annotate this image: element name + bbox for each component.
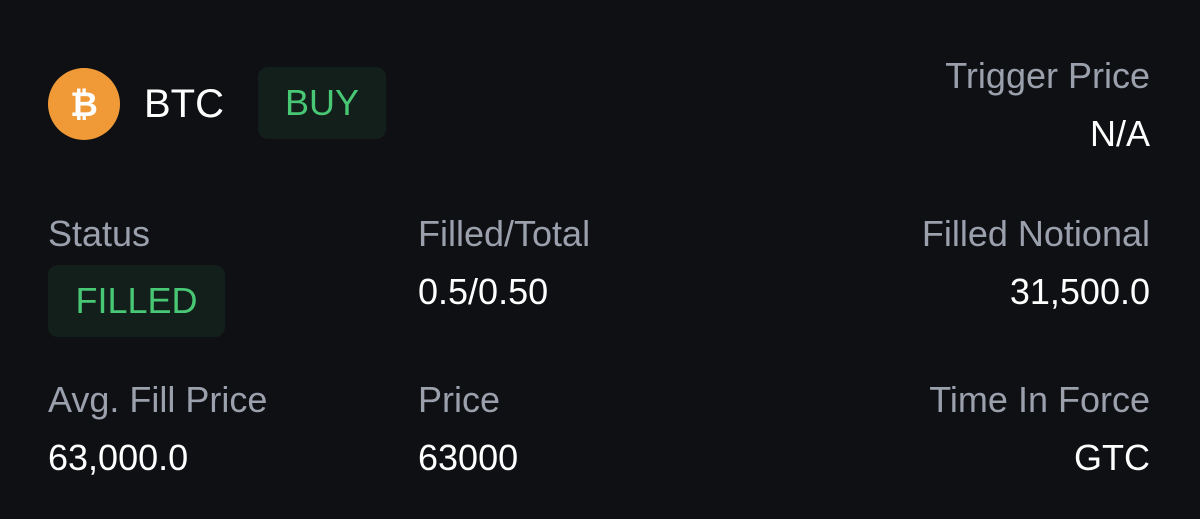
- filled-notional-label: Filled Notional: [921, 213, 1150, 254]
- filled-total-value: 0.5/0.50: [418, 271, 549, 312]
- bitcoin-glyph: ₿: [70, 85, 98, 125]
- avg-fill-price-value: 63,000.0: [48, 437, 189, 478]
- filled-notional-value: 31,500.0: [1009, 271, 1150, 312]
- price-value: 63000: [418, 437, 519, 478]
- svg-text:₿: ₿: [70, 85, 98, 125]
- side-badge: BUY: [258, 67, 386, 139]
- filled-total-label: Filled/Total: [418, 213, 591, 254]
- status-badge: FILLED: [48, 265, 225, 337]
- status-label: Status: [48, 213, 151, 254]
- avg-fill-price-label: Avg. Fill Price: [48, 379, 268, 420]
- coin-symbol: BTC: [144, 82, 224, 126]
- time-in-force-value: GTC: [1074, 437, 1150, 478]
- time-in-force-label: Time In Force: [929, 379, 1150, 420]
- trigger-price-value: N/A: [1089, 113, 1150, 154]
- price-label: Price: [418, 379, 501, 420]
- trigger-price-label: Trigger Price: [945, 55, 1150, 96]
- bitcoin-icon: ₿: [48, 68, 120, 140]
